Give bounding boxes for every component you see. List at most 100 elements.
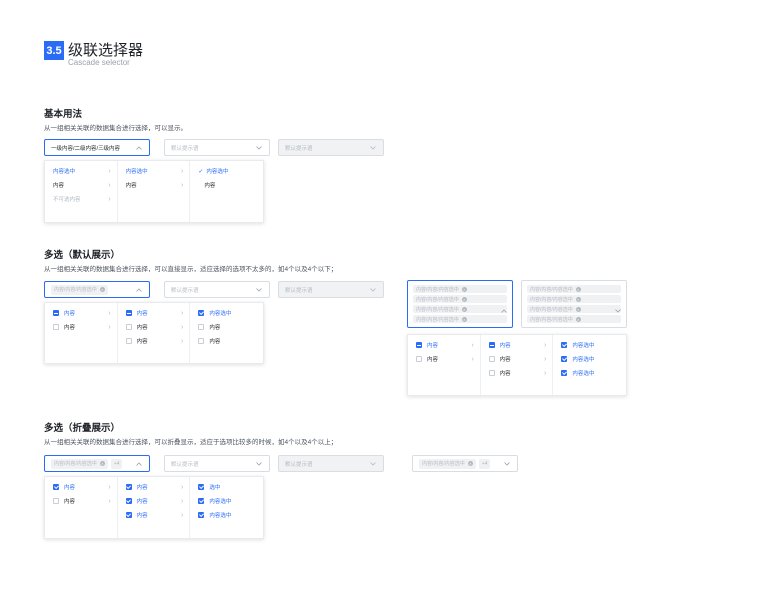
cascader-option[interactable]: 内容选中 [190, 508, 263, 522]
selected-tag: 内容/内容/内容选中 × [413, 295, 507, 303]
checkbox[interactable] [198, 338, 205, 344]
cascader-option[interactable]: 内容 [190, 334, 263, 348]
checkbox[interactable] [53, 324, 59, 330]
cascader-option[interactable]: 内容选中 › [118, 164, 190, 178]
cascader-option[interactable]: 内容 › [118, 508, 190, 522]
cascader-collapse-filled[interactable]: 内容/内容/内容选中 × +4 [412, 455, 518, 472]
section-number-badge: 3.5 [44, 41, 64, 60]
close-circle-icon[interactable]: × [461, 296, 467, 302]
chevron-down-icon [255, 460, 263, 468]
cascader-dropdown-collapse: 内容 › 内容 › 内容 › 内容 › 内容 › 选中 内容选中 内容选中 [44, 476, 264, 539]
checkbox[interactable] [488, 370, 495, 376]
checkbox[interactable] [125, 338, 132, 344]
cascader-option[interactable]: 内容选中 [553, 352, 626, 366]
cascader-option-disabled: 不可选内容 › [53, 195, 111, 204]
cascader-option[interactable]: 内容 › [45, 480, 117, 494]
cascader-option[interactable]: 内容 › [45, 494, 117, 508]
cascader-option[interactable]: 内容选中 [190, 494, 263, 508]
checkbox[interactable] [53, 498, 59, 504]
cascader-collapse-default[interactable]: 默认提示语 [164, 455, 270, 472]
cascader-option[interactable]: 内容 › [481, 352, 553, 366]
cascader-option[interactable]: 内容 › [408, 352, 480, 366]
more-count-tag: +4 [110, 458, 123, 469]
cascader-option[interactable]: 选中 [190, 480, 263, 494]
check-icon: ✓ [198, 168, 204, 175]
chevron-right-icon: › [544, 369, 547, 377]
close-circle-icon[interactable]: × [575, 286, 581, 292]
section-desc-basic: 从一组相关关联的数据集合进行选择，可以显示。 [44, 125, 187, 132]
checkbox[interactable] [488, 356, 495, 362]
cascader-option[interactable]: 内容 › [481, 338, 553, 352]
chevron-down-icon [255, 286, 263, 294]
cascader-option[interactable]: 内容选中 [190, 306, 263, 320]
cascader-basic-default[interactable]: 默认提示语 [164, 139, 270, 156]
cascader-multi-tags-active[interactable]: 内容/内容/内容选中 × 内容/内容/内容选中 × 内容/内容/内容选中 × 内容/内… [407, 280, 513, 328]
cascader-multi-default[interactable]: 默认提示语 [164, 281, 270, 298]
cascader-option[interactable]: 内容 › [45, 320, 117, 334]
cascader-option[interactable]: ✓ 内容选中 [190, 164, 263, 178]
checkbox-checked[interactable] [53, 484, 59, 490]
close-circle-icon[interactable]: × [461, 316, 467, 322]
checkbox-checked[interactable] [198, 484, 205, 490]
cascader-column-3: 选中 内容选中 内容选中 [190, 477, 263, 538]
cascader-dropdown-multi: 内容 › 内容 › 内容 › 内容 › 内容 › 内容选中 内容 内容 [44, 302, 264, 364]
close-circle-icon[interactable]: × [461, 306, 467, 312]
checkbox-checked[interactable] [198, 512, 205, 518]
cascader-collapse-disabled: 默认提示语 [278, 455, 384, 472]
cascader-column-2: 内容选中 › 内容 › [118, 161, 191, 222]
checkbox-indeterminate[interactable] [416, 342, 422, 348]
cascader-option[interactable]: 内容 › [118, 320, 190, 334]
checkbox-checked[interactable] [125, 498, 132, 504]
cascader-column-3: ✓ 内容选中 内容 [190, 161, 263, 222]
selected-tag: 内容/内容/内容选中 × [527, 285, 621, 293]
cascader-option[interactable]: 内容 › [118, 494, 190, 508]
cascader-option[interactable]: 内容选中 [553, 366, 626, 380]
more-count-tag: +4 [478, 458, 491, 469]
cascader-option[interactable]: 内容 › [408, 338, 480, 352]
cascader-option[interactable]: 内容 › [45, 306, 117, 320]
checkbox-indeterminate[interactable] [53, 310, 59, 316]
checkbox-indeterminate[interactable] [125, 310, 132, 316]
cascader-option[interactable]: 内容选中 [553, 338, 626, 352]
page-subtitle: Cascade selector [68, 58, 130, 67]
chevron-up-icon [501, 300, 507, 318]
cascader-multi-tags-default[interactable]: 内容/内容/内容选中 × 内容/内容/内容选中 × 内容/内容/内容选中 × 内容/内… [521, 280, 627, 328]
cascader-collapse-active[interactable]: 内容/内容/内容选中 × +4 [44, 455, 150, 472]
close-circle-icon[interactable]: × [461, 286, 467, 292]
cascader-value: 一级内容/二级内容/三级内容 [51, 145, 121, 152]
checkbox[interactable] [125, 324, 132, 330]
checkbox-checked[interactable] [125, 512, 132, 518]
chevron-right-icon: › [181, 323, 184, 331]
cascader-option[interactable]: 内容 › [118, 334, 190, 348]
checkbox-checked[interactable] [561, 370, 568, 376]
checkbox[interactable] [198, 324, 205, 330]
close-circle-icon[interactable]: × [575, 296, 581, 302]
close-circle-icon[interactable]: × [99, 287, 105, 292]
cascader-column-2: 内容 › 内容 › 内容 › [118, 477, 191, 538]
close-circle-icon[interactable]: × [467, 461, 473, 466]
cascader-multi-active[interactable]: 内容/内容/内容选中 × [44, 281, 150, 298]
chevron-up-icon [135, 286, 143, 294]
checkbox-checked[interactable] [561, 356, 568, 362]
cascader-option[interactable]: 内容 › [118, 306, 190, 320]
checkbox-indeterminate[interactable] [488, 342, 495, 348]
cascader-option[interactable]: 内容 › [118, 178, 190, 192]
close-circle-icon[interactable]: × [99, 461, 105, 466]
checkbox[interactable] [416, 356, 422, 362]
checkbox-checked[interactable] [198, 310, 205, 316]
close-circle-icon[interactable]: × [575, 306, 581, 312]
close-circle-icon[interactable]: × [575, 316, 581, 322]
cascader-option[interactable]: 内容 [190, 320, 263, 334]
cascader-option[interactable]: 内容 › [45, 178, 117, 192]
section-desc-multi-default: 从一组相关关联的数据集合进行选择，可以直接显示，适应选择的选项不太多的，如4个以… [44, 266, 338, 273]
checkbox-checked[interactable] [125, 484, 132, 490]
cascader-option[interactable]: 内容 › [481, 366, 553, 380]
cascader-basic-active[interactable]: 一级内容/二级内容/三级内容 [44, 139, 150, 156]
checkbox-checked[interactable] [198, 498, 205, 504]
cascader-option[interactable]: 内容选中 › [45, 164, 117, 178]
chevron-right-icon: › [108, 323, 111, 331]
chevron-right-icon: › [108, 181, 111, 189]
cascader-option[interactable]: 内容 › [118, 480, 190, 494]
cascader-option[interactable]: 内容 [190, 178, 263, 192]
checkbox-checked[interactable] [561, 342, 568, 348]
